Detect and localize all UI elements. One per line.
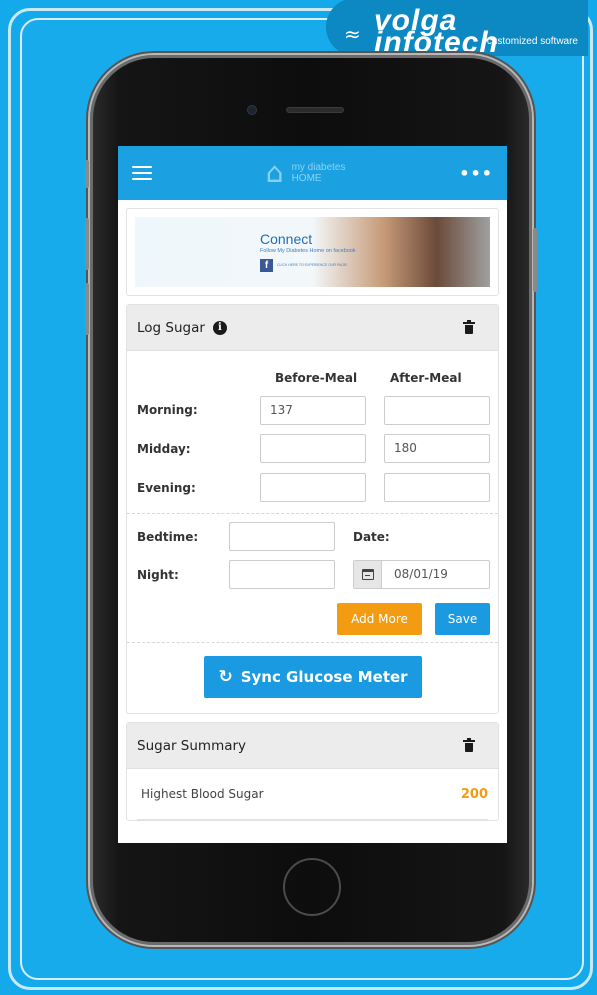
morning-before-input[interactable]: 137 (260, 396, 366, 425)
brand-name: volga infotech (374, 4, 499, 59)
sugar-summary-header: Sugar Summary (127, 723, 498, 769)
logo-text-line2: HOME (291, 173, 322, 184)
evening-before-input[interactable] (260, 473, 366, 502)
banner-heading: Connect (260, 231, 313, 247)
summary-item-label: Highest Blood Sugar (141, 787, 264, 801)
log-sugar-form: Before-Meal After-Meal Morning: 137 Midd… (127, 351, 498, 713)
summary-item-value: 200 (460, 786, 488, 802)
evening-label: Evening: (137, 481, 196, 495)
sync-divider (127, 642, 498, 643)
brand-tagline: customized software (486, 36, 578, 47)
calendar-icon (361, 569, 374, 580)
more-options-icon[interactable]: ••• (459, 164, 493, 183)
night-input[interactable] (229, 560, 335, 589)
home-button[interactable] (283, 858, 341, 916)
sync-button-label: Sync Glucose Meter (240, 668, 408, 686)
form-divider (127, 513, 498, 514)
house-icon: ⌂ (265, 156, 284, 189)
midday-label: Midday: (137, 442, 191, 456)
mute-switch (85, 160, 89, 188)
trash-icon[interactable] (463, 319, 475, 334)
evening-after-input[interactable] (384, 473, 490, 502)
morning-after-input[interactable] (384, 396, 490, 425)
volume-up-button (85, 218, 89, 270)
summary-divider (137, 819, 488, 820)
log-sugar-title: Log Sugar (137, 319, 205, 336)
facebook-icon: f (260, 259, 273, 272)
date-picker[interactable]: 08/01/19 (353, 560, 490, 589)
morning-label: Morning: (137, 403, 198, 417)
app-logo: ⌂ my diabetes HOME (266, 159, 346, 187)
hamburger-menu-icon[interactable] (132, 166, 152, 180)
info-icon[interactable]: i (212, 320, 227, 335)
wave-icon: ≈ (344, 22, 361, 46)
log-sugar-header: Log Sugar i (127, 305, 498, 351)
app-top-bar: ⌂ my diabetes HOME ••• (118, 146, 507, 200)
summary-item: Highest Blood Sugar 200 (127, 769, 498, 819)
bedtime-label: Bedtime: (137, 530, 199, 544)
banner-subtext: Follow My Diabetes Home on facebook (260, 248, 356, 254)
sugar-summary-title: Sugar Summary (137, 737, 247, 754)
save-button[interactable]: Save (435, 603, 490, 635)
brand-badge: ≈ volga infotech customized software (326, 0, 588, 59)
sugar-summary-card: Sugar Summary Highest Blood Sugar 200 (126, 722, 499, 821)
night-label: Night: (137, 568, 179, 582)
calendar-icon-wrap[interactable] (354, 561, 382, 588)
banner-cta: CLICK HERE TO EXPERIENCE OUR PAGE! (277, 263, 348, 267)
app-screen: ⌂ my diabetes HOME ••• Connect Follow My… (118, 146, 507, 843)
trash-icon[interactable] (463, 737, 475, 752)
logo-text-line1: my diabetes (291, 162, 346, 173)
earpiece-speaker (286, 107, 344, 113)
after-meal-header: After-Meal (390, 371, 462, 385)
before-meal-header: Before-Meal (275, 371, 358, 385)
date-label: Date: (353, 530, 390, 544)
add-more-button[interactable]: Add More (337, 603, 422, 635)
midday-after-input[interactable]: 180 (384, 434, 490, 463)
refresh-icon: ↻ (218, 667, 233, 687)
bedtime-input[interactable] (229, 522, 335, 551)
volume-down-button (85, 283, 89, 335)
midday-before-input[interactable] (260, 434, 366, 463)
facebook-banner[interactable]: Connect Follow My Diabetes Home on faceb… (135, 217, 490, 287)
power-button (533, 228, 537, 292)
date-input[interactable]: 08/01/19 (382, 561, 489, 588)
sync-glucose-meter-button[interactable]: ↻ Sync Glucose Meter (204, 656, 422, 698)
phone-device: ⌂ my diabetes HOME ••• Connect Follow My… (85, 55, 537, 945)
banner-card: Connect Follow My Diabetes Home on faceb… (126, 208, 499, 296)
log-sugar-card: Log Sugar i Before-Meal After-Meal Morni… (126, 304, 499, 714)
front-camera (247, 105, 257, 115)
